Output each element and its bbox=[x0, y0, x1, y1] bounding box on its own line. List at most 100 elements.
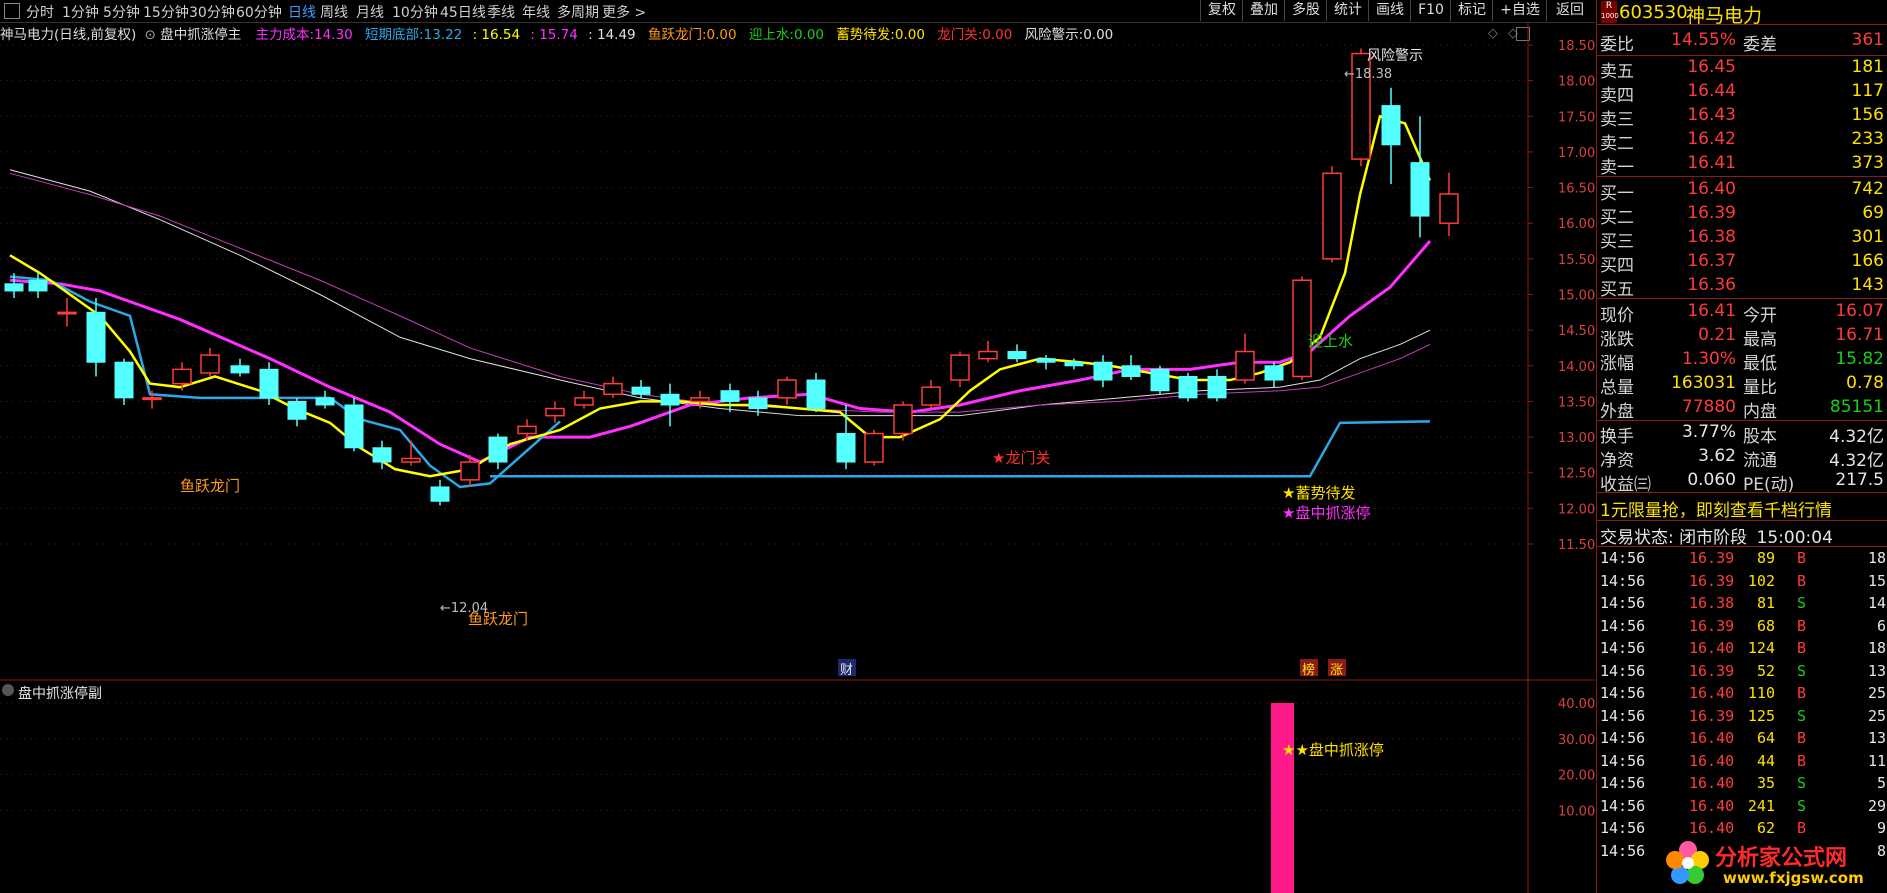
period-tab-0[interactable]: 分时 bbox=[26, 2, 54, 22]
candle-body-up[interactable] bbox=[517, 425, 537, 435]
toolbar-button-5[interactable]: F10 bbox=[1410, 0, 1451, 21]
event-badge-zhang-label[interactable]: 涨 bbox=[1330, 663, 1343, 678]
candle-body-down[interactable] bbox=[1207, 375, 1227, 399]
toolbar-button-8[interactable]: 返回 bbox=[1546, 0, 1593, 21]
tick-price: 16.39 bbox=[1689, 549, 1735, 567]
candle-body-up[interactable] bbox=[1322, 172, 1342, 260]
menu-icon[interactable] bbox=[4, 3, 20, 19]
bid-row[interactable]: 买二 16.39 69 bbox=[1597, 203, 1887, 228]
candle-body-up[interactable] bbox=[603, 382, 623, 396]
ask-row[interactable]: 卖五 16.45 181 bbox=[1597, 57, 1887, 82]
toolbar-button-4[interactable]: 画线 bbox=[1368, 0, 1411, 21]
kline-chart[interactable]: 18.50 18.00 17.50 17.00 16.50 16.00 15.50 15.00… bbox=[0, 22, 1595, 893]
candle-body-down[interactable] bbox=[1007, 351, 1027, 360]
candle-body-down[interactable] bbox=[259, 368, 279, 399]
candle-body-up[interactable] bbox=[1439, 193, 1459, 224]
candle-body-down[interactable] bbox=[836, 433, 856, 463]
toolbar-button-3[interactable]: 统计 bbox=[1326, 0, 1369, 21]
candle-body-down[interactable] bbox=[114, 361, 134, 399]
candle-body-up[interactable] bbox=[545, 407, 565, 417]
bid-row[interactable]: 买四 16.37 166 bbox=[1597, 251, 1887, 276]
candle-body-down[interactable] bbox=[660, 393, 680, 406]
candle-body-down[interactable] bbox=[28, 279, 48, 292]
candle-body-up[interactable] bbox=[921, 386, 941, 406]
candle-body-up[interactable] bbox=[950, 354, 970, 381]
period-tab-4[interactable]: 30分钟 bbox=[189, 2, 235, 22]
candle-body-up[interactable] bbox=[1292, 279, 1312, 378]
event-badge-bang-label[interactable]: 榜 bbox=[1302, 662, 1315, 678]
toolbar-button-1[interactable]: 叠加 bbox=[1242, 0, 1285, 21]
tick-time: 14:56 bbox=[1600, 729, 1646, 747]
period-tab-13[interactable]: 多周期 bbox=[557, 2, 599, 22]
candle-body-up[interactable] bbox=[57, 311, 77, 315]
candle-body-down[interactable] bbox=[344, 404, 364, 449]
period-tab-6[interactable]: 日线 bbox=[288, 2, 316, 22]
candle-body-down[interactable] bbox=[315, 397, 335, 406]
ask-row[interactable]: 卖一 16.41 373 bbox=[1597, 153, 1887, 178]
candle-body-down[interactable] bbox=[287, 400, 307, 420]
candle-body-down[interactable] bbox=[4, 283, 24, 292]
toolbar-button-6[interactable]: 标记 bbox=[1450, 0, 1493, 21]
candle-body-up[interactable] bbox=[200, 354, 220, 374]
candle-body-down[interactable] bbox=[1178, 375, 1198, 399]
candle-body-up[interactable] bbox=[401, 457, 421, 463]
candle-body-down[interactable] bbox=[86, 311, 106, 363]
tick-price: 16.39 bbox=[1689, 616, 1735, 635]
candle-body-up[interactable] bbox=[460, 461, 480, 481]
candle-body-down[interactable] bbox=[1121, 365, 1141, 377]
candle-body-down[interactable] bbox=[1036, 358, 1056, 363]
ask-row[interactable]: 卖三 16.43 156 bbox=[1597, 105, 1887, 130]
candle-body-down[interactable] bbox=[806, 379, 826, 410]
event-badge-cai-label[interactable]: 财 bbox=[840, 663, 853, 678]
ask-label: 卖三 bbox=[1600, 110, 1634, 130]
candle-body-down[interactable] bbox=[631, 386, 651, 395]
candle-body-down[interactable] bbox=[1264, 365, 1284, 381]
period-tab-12[interactable]: 年线 bbox=[522, 2, 550, 22]
candle-body-up[interactable] bbox=[978, 350, 998, 360]
candle-body-down[interactable] bbox=[1064, 361, 1084, 367]
period-tab-9[interactable]: 10分钟 bbox=[392, 2, 438, 22]
candle-body-down[interactable] bbox=[1093, 361, 1113, 381]
toolbar-button-0[interactable]: 复权 bbox=[1200, 0, 1243, 21]
subchart-toggle-icon[interactable] bbox=[2, 684, 14, 696]
candle-body-down[interactable] bbox=[430, 486, 450, 502]
period-tab-7[interactable]: 周线 bbox=[320, 2, 348, 22]
candle-body-down[interactable] bbox=[1150, 368, 1170, 392]
ask-row[interactable]: 卖二 16.42 233 bbox=[1597, 129, 1887, 154]
bid-price: 16.38 bbox=[1687, 227, 1736, 247]
candle-body-up[interactable] bbox=[574, 397, 594, 406]
candle-body-up[interactable] bbox=[172, 368, 192, 385]
period-tab-3[interactable]: 15分钟 bbox=[143, 2, 189, 22]
candle-body-up[interactable] bbox=[893, 404, 913, 435]
ask-row[interactable]: 卖四 16.44 117 bbox=[1597, 81, 1887, 106]
period-tab-14[interactable]: 更多 > bbox=[602, 2, 646, 22]
period-tab-11[interactable]: 季线 bbox=[487, 2, 515, 22]
bid-row[interactable]: 买一 16.40 742 bbox=[1597, 179, 1887, 204]
candle-body-up[interactable] bbox=[1235, 350, 1255, 381]
candle-body-up[interactable] bbox=[777, 379, 797, 399]
period-tab-10[interactable]: 45日线 bbox=[440, 2, 486, 22]
candle-body-up[interactable] bbox=[690, 397, 710, 403]
candle-body-down[interactable] bbox=[1381, 105, 1401, 146]
candle-body-down[interactable] bbox=[748, 397, 768, 410]
candle-body-up[interactable] bbox=[142, 397, 162, 401]
candle-body-down[interactable] bbox=[720, 390, 740, 402]
candle-body-down[interactable] bbox=[488, 436, 508, 463]
bid-price: 16.36 bbox=[1687, 275, 1736, 295]
candle-body-up[interactable] bbox=[864, 432, 884, 463]
period-tab-8[interactable]: 月线 bbox=[356, 2, 384, 22]
candle-body-down[interactable] bbox=[230, 365, 250, 374]
candle-body-down[interactable] bbox=[1410, 162, 1430, 217]
period-tab-5[interactable]: 60分钟 bbox=[236, 2, 282, 22]
bid-row[interactable]: 买五 16.36 143 bbox=[1597, 275, 1887, 300]
bid-row[interactable]: 买三 16.38 301 bbox=[1597, 227, 1887, 252]
stat-row: 总量 163031 量比 0.78 bbox=[1597, 373, 1887, 398]
period-tab-1[interactable]: 1分钟 bbox=[62, 2, 99, 22]
promo-banner[interactable]: 1元限量抢，即刻查看千档行情 bbox=[1600, 496, 1832, 521]
limit-up-signal-bar[interactable] bbox=[1271, 703, 1294, 893]
toolbar-button-2[interactable]: 多股 bbox=[1284, 0, 1327, 21]
period-tab-2[interactable]: 5分钟 bbox=[103, 2, 140, 22]
candle-body-down[interactable] bbox=[372, 447, 392, 463]
fund-value: 3.77% bbox=[1681, 422, 1736, 442]
toolbar-button-7[interactable]: +自选 bbox=[1492, 0, 1547, 21]
